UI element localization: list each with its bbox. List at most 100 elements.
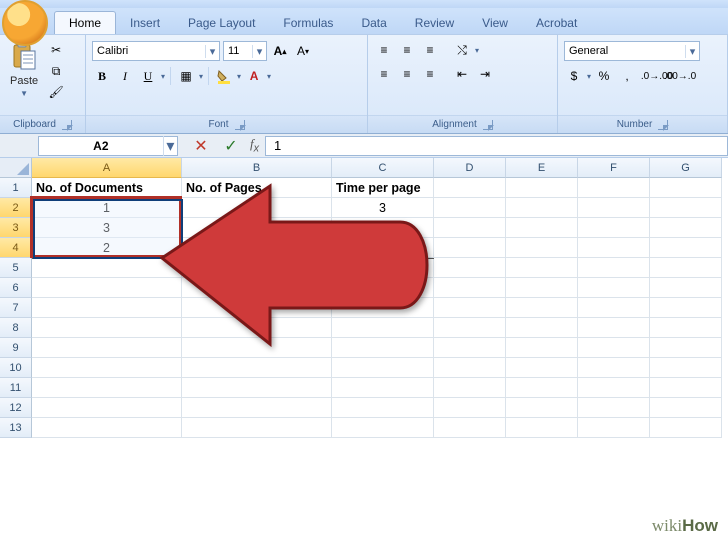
- cell-E2[interactable]: [506, 198, 578, 218]
- cell-E7[interactable]: [506, 298, 578, 318]
- fx-icon[interactable]: fx: [250, 136, 259, 155]
- cell-B10[interactable]: [182, 358, 332, 378]
- cell-E10[interactable]: [506, 358, 578, 378]
- row-header-12[interactable]: 12: [0, 398, 32, 418]
- font-name-combo[interactable]: ▾: [92, 41, 220, 61]
- row-header-9[interactable]: 9: [0, 338, 32, 358]
- underline-button[interactable]: U: [138, 67, 158, 85]
- italic-button[interactable]: I: [115, 67, 135, 85]
- copy-button[interactable]: ⧉: [46, 62, 66, 80]
- cut-button[interactable]: ✂: [46, 41, 66, 59]
- cell-E13[interactable]: [506, 418, 578, 438]
- cell-E1[interactable]: [506, 178, 578, 198]
- tab-insert[interactable]: Insert: [116, 12, 174, 34]
- cell-F12[interactable]: [578, 398, 650, 418]
- font-size-combo[interactable]: ▾: [223, 41, 267, 61]
- orientation-button[interactable]: ⤭: [452, 41, 472, 59]
- cell-E12[interactable]: [506, 398, 578, 418]
- row-header-6[interactable]: 6: [0, 278, 32, 298]
- decrease-indent-button[interactable]: ⇤: [452, 65, 472, 83]
- tab-formulas[interactable]: Formulas: [269, 12, 347, 34]
- cell-C5[interactable]: [332, 258, 434, 278]
- cell-C13[interactable]: [332, 418, 434, 438]
- row-header-7[interactable]: 7: [0, 298, 32, 318]
- align-right-button[interactable]: ≡: [420, 65, 440, 83]
- cell-F9[interactable]: [578, 338, 650, 358]
- cell-A8[interactable]: [32, 318, 182, 338]
- number-format-input[interactable]: [565, 45, 685, 57]
- accounting-dropdown[interactable]: ▾: [587, 72, 591, 81]
- cell-B5[interactable]: [182, 258, 332, 278]
- row-header-13[interactable]: 13: [0, 418, 32, 438]
- cell-C10[interactable]: [332, 358, 434, 378]
- cell-A12[interactable]: [32, 398, 182, 418]
- number-format-combo[interactable]: ▾: [564, 41, 700, 61]
- tab-data[interactable]: Data: [347, 12, 400, 34]
- cell-A10[interactable]: [32, 358, 182, 378]
- accounting-format-button[interactable]: $: [564, 67, 584, 85]
- row-header-11[interactable]: 11: [0, 378, 32, 398]
- cell-E4[interactable]: [506, 238, 578, 258]
- cell-E11[interactable]: [506, 378, 578, 398]
- tab-home[interactable]: Home: [54, 11, 116, 34]
- tab-view[interactable]: View: [468, 12, 522, 34]
- fill-color-button[interactable]: [214, 67, 234, 85]
- cell-B7[interactable]: [182, 298, 332, 318]
- cell-B2[interactable]: 5: [182, 198, 332, 218]
- col-header-A[interactable]: A: [32, 158, 182, 178]
- font-size-input[interactable]: [224, 45, 252, 57]
- col-header-F[interactable]: F: [578, 158, 650, 178]
- col-header-C[interactable]: C: [332, 158, 434, 178]
- cell-D7[interactable]: [434, 298, 506, 318]
- cell-D2[interactable]: [434, 198, 506, 218]
- cell-F8[interactable]: [578, 318, 650, 338]
- cell-G11[interactable]: [650, 378, 722, 398]
- cell-C6[interactable]: [332, 278, 434, 298]
- cell-F7[interactable]: [578, 298, 650, 318]
- cell-D8[interactable]: [434, 318, 506, 338]
- font-name-input[interactable]: [93, 45, 205, 57]
- cell-A3[interactable]: 3: [32, 218, 182, 238]
- increase-indent-button[interactable]: ⇥: [475, 65, 495, 83]
- cell-F11[interactable]: [578, 378, 650, 398]
- cell-A1[interactable]: No. of Documents: [32, 178, 182, 198]
- cell-G13[interactable]: [650, 418, 722, 438]
- cell-C12[interactable]: [332, 398, 434, 418]
- row-header-10[interactable]: 10: [0, 358, 32, 378]
- name-box[interactable]: ▾: [38, 136, 178, 156]
- office-button[interactable]: [2, 0, 48, 46]
- clipboard-dialog-launcher[interactable]: [62, 120, 72, 130]
- row-header-5[interactable]: 5: [0, 258, 32, 278]
- number-dialog-launcher[interactable]: [658, 120, 668, 130]
- cell-E3[interactable]: [506, 218, 578, 238]
- cell-G3[interactable]: [650, 218, 722, 238]
- tab-acrobat[interactable]: Acrobat: [522, 12, 591, 34]
- cell-G9[interactable]: [650, 338, 722, 358]
- enter-formula-icon[interactable]: ✓: [220, 136, 242, 156]
- cell-G4[interactable]: [650, 238, 722, 258]
- cell-G12[interactable]: [650, 398, 722, 418]
- cell-F3[interactable]: [578, 218, 650, 238]
- borders-button[interactable]: ▦: [176, 67, 196, 85]
- cell-F4[interactable]: [578, 238, 650, 258]
- chevron-down-icon[interactable]: ▾: [205, 45, 219, 58]
- cell-D12[interactable]: [434, 398, 506, 418]
- alignment-dialog-launcher[interactable]: [483, 120, 493, 130]
- cell-D4[interactable]: [434, 238, 506, 258]
- tab-page-layout[interactable]: Page Layout: [174, 12, 269, 34]
- cell-G10[interactable]: [650, 358, 722, 378]
- align-top-button[interactable]: ≡: [374, 41, 394, 59]
- cell-G6[interactable]: [650, 278, 722, 298]
- cell-E6[interactable]: [506, 278, 578, 298]
- cell-D5[interactable]: [434, 258, 506, 278]
- cell-A13[interactable]: [32, 418, 182, 438]
- cell-D3[interactable]: [434, 218, 506, 238]
- cell-B3[interactable]: 4: [182, 218, 332, 238]
- cell-A2[interactable]: 1: [32, 198, 182, 218]
- orientation-dropdown[interactable]: ▾: [475, 46, 479, 55]
- row-header-4[interactable]: 4: [0, 238, 32, 258]
- cell-C4[interactable]: 4: [332, 238, 434, 258]
- decrease-font-icon[interactable]: A▾: [293, 42, 313, 60]
- row-header-3[interactable]: 3: [0, 218, 32, 238]
- cell-A7[interactable]: [32, 298, 182, 318]
